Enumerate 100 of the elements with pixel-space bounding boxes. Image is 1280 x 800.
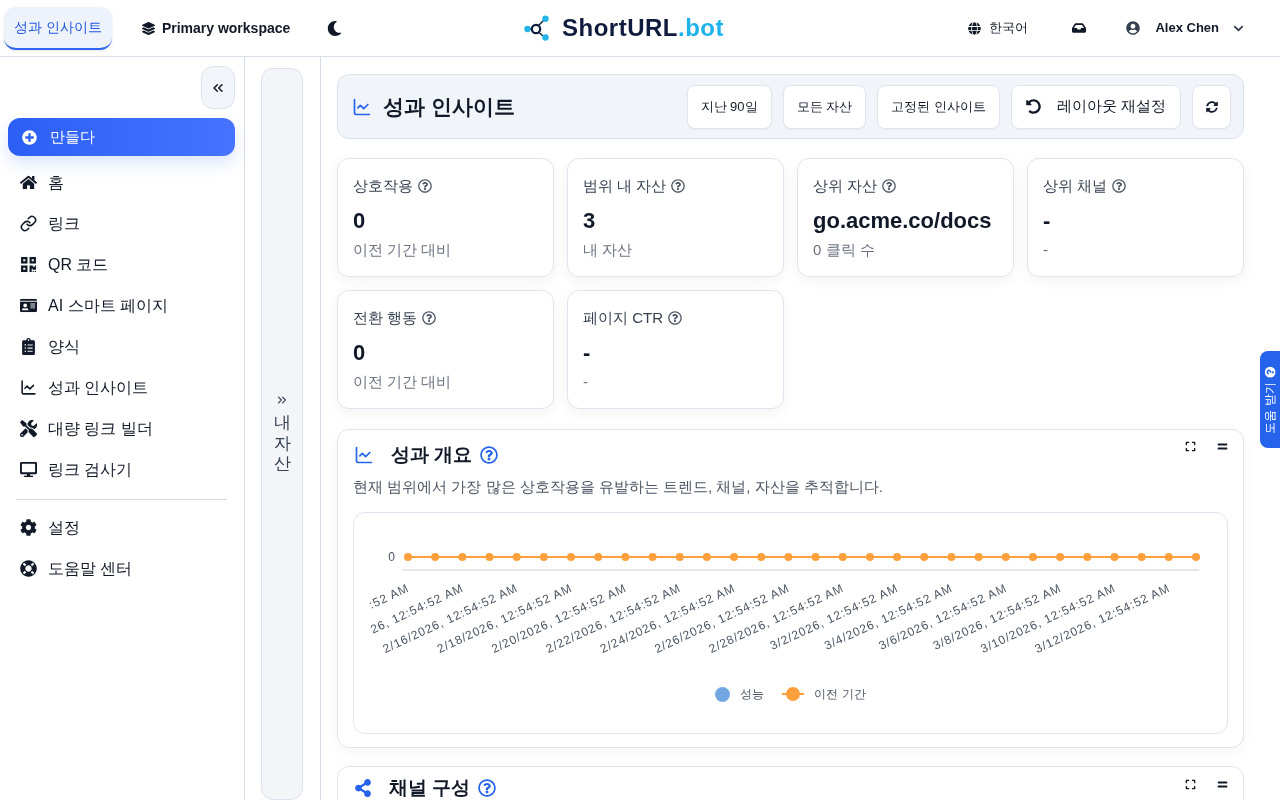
data-point [702, 553, 711, 561]
help-icon [422, 311, 437, 326]
help-icon [1112, 179, 1127, 194]
stat-note: 0 클릭 수 [813, 239, 875, 260]
user-menu[interactable]: Alex Chen [1126, 18, 1244, 38]
sidebar-item[interactable]: AI 스마트 페이지 [8, 285, 235, 326]
stat-note: 내 자산 [583, 239, 633, 260]
logo-icon [524, 15, 550, 41]
stat-label: 범위 내 자산 [583, 176, 667, 196]
data-point [404, 553, 412, 561]
stat-note: 이전 기간 대비 [353, 239, 452, 260]
card-title: 성과 개요 [391, 442, 473, 467]
help-icon [882, 179, 897, 194]
help-tab[interactable]: 도움 받기 [1260, 351, 1280, 448]
data-point [1083, 553, 1092, 561]
logo-text: ShortURL.bot [562, 16, 724, 40]
data-point [1164, 553, 1173, 561]
page-title: 성과 인사이트 [383, 93, 515, 120]
sidebar-item[interactable]: 링크 [8, 203, 235, 244]
expand-icon[interactable] [1185, 778, 1196, 790]
language-selector[interactable]: 한국어 [968, 18, 1029, 38]
sidebar-item[interactable]: 설정 [8, 507, 235, 548]
line-chart-icon [354, 445, 374, 465]
data-point [1192, 553, 1200, 561]
stat-value: - [1043, 206, 1051, 235]
sidebar-item[interactable]: 양식 [8, 326, 235, 367]
stat-value: 0 [353, 338, 366, 367]
sidebar-item[interactable]: 대량 링크 빌더 [8, 408, 235, 449]
qr-code-icon [20, 256, 37, 273]
card-title: 채널 구성 [389, 777, 471, 799]
data-point [784, 553, 793, 561]
life-ring-icon [20, 560, 37, 577]
stat-note: - [1043, 239, 1048, 260]
help-icon [1264, 365, 1276, 377]
menu-icon[interactable] [1217, 440, 1228, 452]
help-icon [478, 779, 497, 797]
data-point [512, 553, 521, 561]
collapse-button[interactable] [201, 66, 235, 109]
stat-value: 3 [583, 206, 596, 235]
axis-label: 0 [388, 550, 395, 564]
stat-note: 이전 기간 대비 [353, 371, 452, 392]
stat-label: 상위 채널 [1043, 176, 1108, 196]
data-point [539, 553, 548, 561]
moon-icon[interactable] [327, 20, 343, 36]
stat-label: 페이지 CTR [583, 308, 663, 328]
data-point [757, 553, 766, 561]
legend-label: 성능 [740, 686, 765, 703]
refresh-icon [1205, 100, 1218, 113]
stat-label: 전환 행동 [353, 308, 418, 328]
tools-icon [20, 420, 37, 437]
line-chart-icon [352, 96, 372, 117]
data-point [485, 553, 494, 561]
data-point [594, 553, 603, 561]
data-point [838, 553, 847, 561]
home-icon [20, 174, 37, 191]
data-point [1001, 553, 1010, 561]
help-icon [418, 179, 432, 194]
card-description: 현재 범위에서 가장 많은 상호작용을 유발하는 트렌드, 채널, 자산을 추적합니다. [353, 477, 883, 497]
sidebar-item[interactable]: 도움말 센터 [8, 548, 235, 589]
share-icon [354, 779, 372, 797]
monitor-icon [20, 461, 37, 478]
data-point [1056, 553, 1065, 561]
filter-button[interactable]: 지난 90일 [686, 84, 772, 129]
tab[interactable]: 성과 인사이트 [4, 6, 112, 50]
stat-note: - [583, 371, 588, 392]
workspace-switcher[interactable]: Primary workspace [141, 17, 291, 39]
data-point [458, 553, 467, 561]
layers-icon [141, 21, 155, 35]
reset-layout-button[interactable]: 레이아웃 재설정 [1010, 84, 1181, 129]
create-button[interactable]: 만들다 [8, 118, 235, 156]
sidebar-item[interactable]: 성과 인사이트 [8, 367, 235, 408]
sidebar-item[interactable]: 링크 검사기 [8, 449, 235, 490]
user-avatar-icon [1126, 21, 1141, 35]
stat-label: 상위 자산 [813, 176, 878, 196]
menu-icon[interactable] [1217, 778, 1228, 790]
sidebar-item[interactable]: 홈 [8, 162, 235, 203]
data-point [865, 553, 874, 561]
refresh-button[interactable] [1192, 84, 1231, 129]
settings-icon [20, 519, 37, 536]
undo-icon [1025, 99, 1041, 114]
stat-label: 상호작용 [353, 176, 413, 196]
expand-icon[interactable] [1185, 440, 1196, 452]
data-point [730, 553, 739, 561]
sidebar-item[interactable]: QR 코드 [8, 244, 235, 285]
help-icon [668, 311, 682, 326]
data-point [675, 553, 684, 561]
id-card-icon [20, 297, 37, 314]
data-point [974, 553, 983, 561]
filter-button[interactable]: 모든 자산 [782, 84, 867, 129]
inbox-icon[interactable] [1072, 21, 1087, 35]
data-point [648, 553, 657, 561]
data-point [893, 553, 902, 561]
filter-button[interactable]: 고정된 인사이트 [877, 84, 1000, 129]
data-point [1028, 553, 1037, 561]
data-point [621, 553, 630, 561]
help-icon [480, 446, 499, 464]
legend-label: 이전 기간 [814, 686, 866, 703]
data-point [1137, 553, 1146, 561]
line-chart-icon [20, 379, 37, 396]
assets-panel-toggle[interactable]: 내 자산 [261, 68, 303, 800]
